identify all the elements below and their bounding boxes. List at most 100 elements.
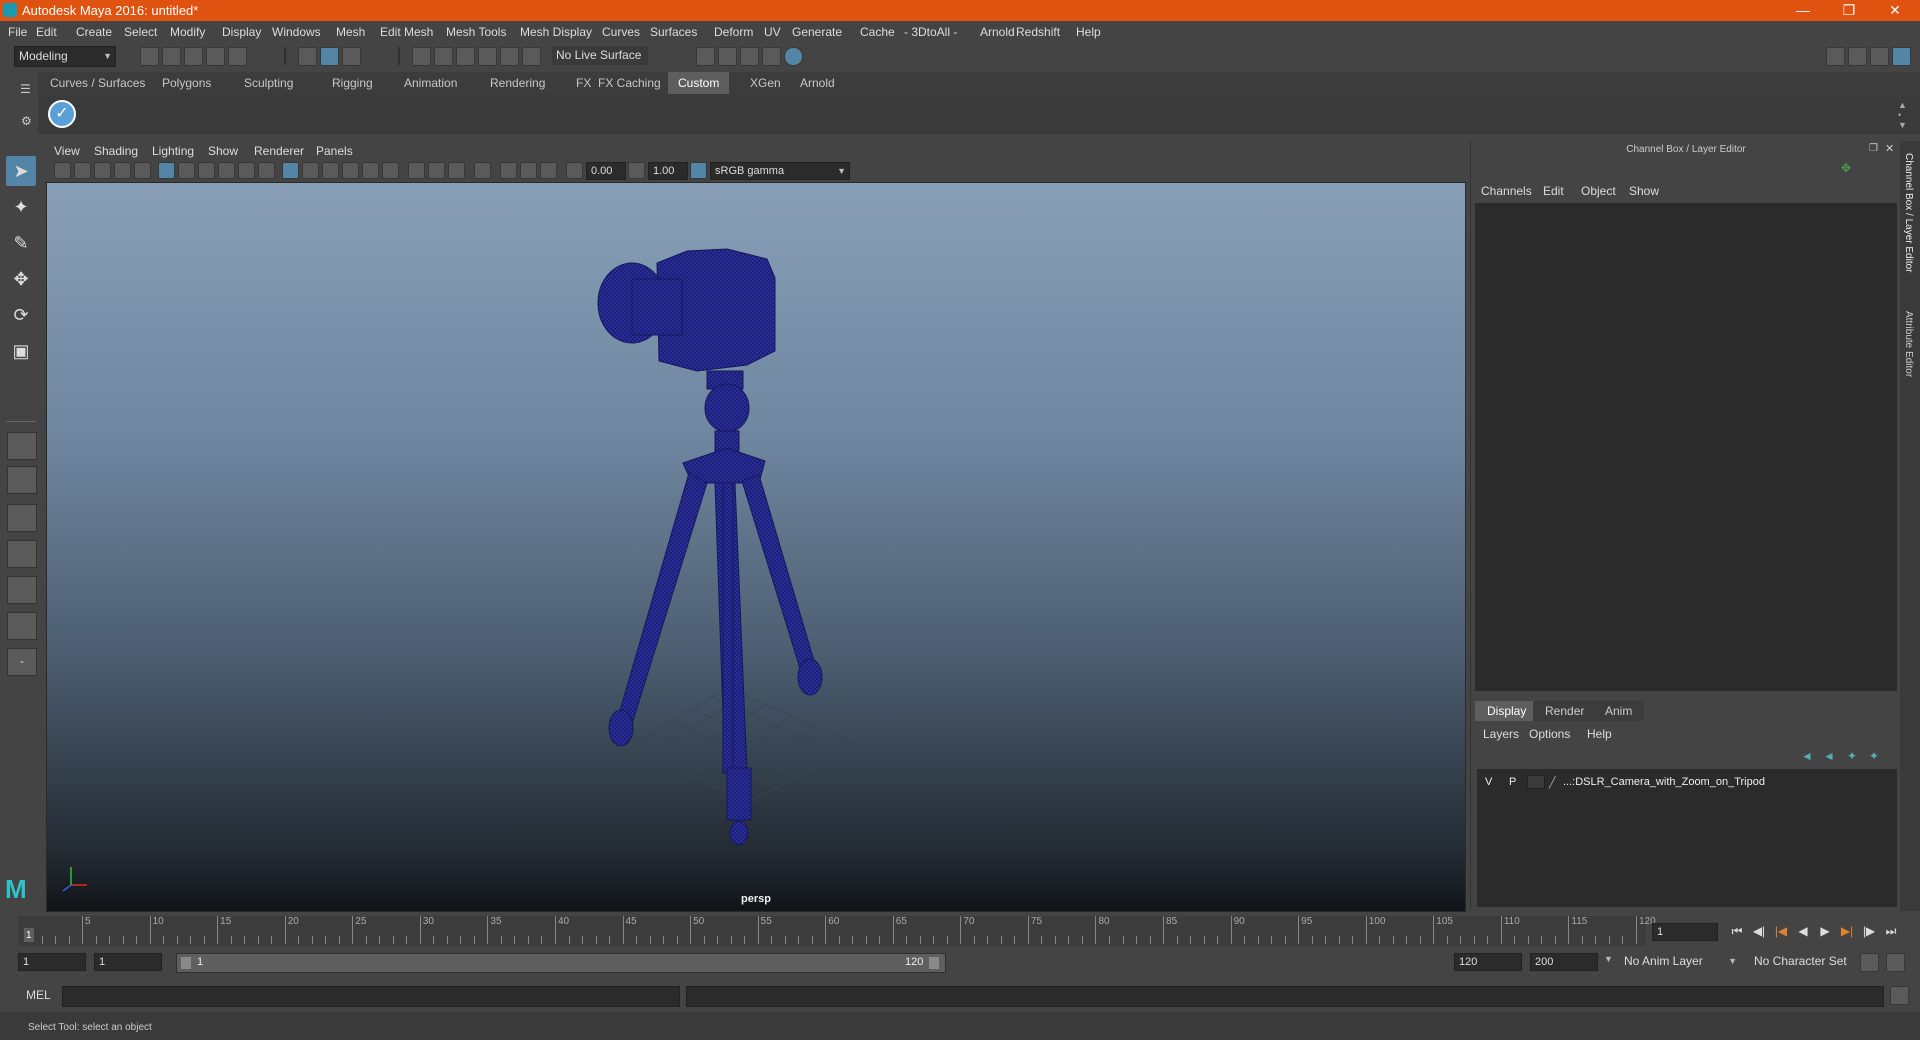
safe-title-icon[interactable] (258, 162, 275, 179)
wireframe-icon[interactable] (282, 162, 299, 179)
go-to-end-icon[interactable]: ⏭ (1882, 923, 1900, 939)
move-layer-down-icon[interactable]: ◄ (1823, 749, 1835, 763)
xray-joints-icon[interactable] (520, 162, 537, 179)
auto-key-icon[interactable] (1860, 953, 1879, 972)
channel-box-edge-tab[interactable]: Channel Box / Layer Editor (1903, 153, 1914, 273)
film-gate-icon[interactable] (134, 162, 151, 179)
channel-menu-show[interactable]: Show (1629, 184, 1659, 198)
perspective-viewport[interactable]: persp (46, 182, 1466, 912)
float-panel-icon[interactable]: ❐ (1869, 143, 1878, 154)
outliner-toggle-icon[interactable] (1848, 47, 1867, 66)
layer-menu-layers[interactable]: Layers (1483, 727, 1519, 741)
shelf-scroll-arrows[interactable]: ▲ • ▼ (1898, 100, 1907, 130)
shelf-tab-animation[interactable]: Animation (394, 72, 467, 94)
use-lights-icon[interactable] (362, 162, 379, 179)
live-surface-field[interactable]: No Live Surface (552, 46, 648, 65)
menu-select[interactable]: Select (124, 25, 157, 39)
select-tool-button[interactable]: ➤ (6, 156, 36, 186)
range-end-handle[interactable] (929, 957, 939, 969)
command-language-toggle[interactable]: MEL (26, 988, 51, 1002)
shelf-tab-rendering[interactable]: Rendering (480, 72, 555, 94)
more-layouts-icon[interactable]: - (7, 648, 37, 676)
bookmark-icon[interactable] (94, 162, 111, 179)
attribute-toggle-icon[interactable] (1870, 47, 1889, 66)
anti-aliasing-icon[interactable] (448, 162, 465, 179)
minimize-icon[interactable]: — (1780, 0, 1826, 21)
go-to-start-icon[interactable]: ⏮ (1728, 923, 1746, 939)
layer-menu-options[interactable]: Options (1529, 727, 1570, 741)
shelf-settings-icon[interactable]: ⚙ (21, 114, 32, 128)
menu-modify[interactable]: Modify (170, 25, 205, 39)
scene-end-field[interactable]: 200 (1530, 953, 1598, 971)
layer-tab-render[interactable]: Render (1533, 701, 1597, 721)
gamma-field[interactable]: 1.00 (648, 162, 688, 180)
menu-mesh-display[interactable]: Mesh Display (520, 25, 592, 39)
ipr-render-icon[interactable] (718, 47, 737, 66)
snap-view-icon[interactable] (478, 47, 497, 66)
menu-edit-mesh[interactable]: Edit Mesh (380, 25, 433, 39)
shelf-tab-fx-caching[interactable]: FX Caching (588, 72, 671, 94)
close-icon[interactable]: ✕ (1872, 0, 1918, 21)
menu-mesh-tools[interactable]: Mesh Tools (446, 25, 506, 39)
layer-color-swatch[interactable] (1527, 775, 1545, 789)
script-editor-icon[interactable] (1890, 986, 1909, 1005)
new-scene-icon[interactable] (140, 47, 159, 66)
persp-graph-layout-icon[interactable] (7, 540, 37, 568)
current-frame-field[interactable]: 1 (1652, 923, 1718, 941)
play-backwards-icon[interactable]: ◀ (1794, 923, 1812, 939)
view-transform-dropdown[interactable]: sRGB gamma ▼ (710, 162, 850, 180)
menu-curves[interactable]: Curves (602, 25, 640, 39)
anim-layer-dropdown[interactable]: No Anim Layer ▼ (1620, 952, 1740, 971)
restore-icon[interactable]: ❐ (1826, 0, 1872, 21)
viewport-menu-show[interactable]: Show (208, 144, 238, 158)
play-forwards-icon[interactable]: ▶ (1816, 923, 1834, 939)
viewport-menu-view[interactable]: View (54, 144, 80, 158)
undo-icon[interactable] (206, 47, 225, 66)
snap-point-icon[interactable] (456, 47, 475, 66)
menu-arnold[interactable]: Arnold (980, 25, 1015, 39)
shelf-tab-rigging[interactable]: Rigging (322, 72, 383, 94)
xray-components-icon[interactable] (540, 162, 557, 179)
menu-display[interactable]: Display (222, 25, 261, 39)
manipulator-icon[interactable]: ✥ (1841, 161, 1855, 175)
open-scene-icon[interactable] (162, 47, 181, 66)
snap-surface-icon[interactable] (500, 47, 519, 66)
layer-visibility-toggle[interactable]: V (1485, 776, 1492, 788)
menu-windows[interactable]: Windows (272, 25, 321, 39)
menu-mesh[interactable]: Mesh (336, 25, 365, 39)
channel-list-pane[interactable] (1475, 203, 1897, 691)
lasso-tool-button[interactable]: ✦ (6, 192, 36, 222)
shadows-icon[interactable] (382, 162, 399, 179)
rotate-tool-button[interactable]: ⟳ (6, 300, 36, 330)
menu-surfaces[interactable]: Surfaces (650, 25, 697, 39)
character-set-dropdown[interactable]: No Character Set (1750, 952, 1870, 971)
select-hierarchy-icon[interactable] (298, 47, 317, 66)
menu-deform[interactable]: Deform (714, 25, 753, 39)
playback-start-field[interactable]: 1 (94, 953, 162, 971)
xray-icon[interactable] (500, 162, 517, 179)
shelf-tab-curves-surfaces[interactable]: Curves / Surfaces (40, 72, 155, 94)
camera-select-icon[interactable] (54, 162, 71, 179)
layer-menu-help[interactable]: Help (1587, 727, 1612, 741)
snap-vertex-icon[interactable] (522, 47, 541, 66)
menu-help[interactable]: Help (1076, 25, 1101, 39)
save-scene-icon[interactable] (184, 47, 203, 66)
outliner-graph-layout-icon[interactable] (7, 612, 37, 640)
step-forward-key-icon[interactable]: ▶| (1838, 923, 1856, 939)
move-layer-up-icon[interactable]: ◄ (1801, 749, 1813, 763)
smooth-shade-icon[interactable] (302, 162, 319, 179)
menu-edit[interactable]: Edit (36, 25, 57, 39)
menu-redshift[interactable]: Redshift (1016, 25, 1060, 39)
time-slider[interactable]: 1 5 10 15 20 25 30 35 40 45 50 55 60 65 70 75 80 85 90 95 1… (18, 916, 1656, 946)
viewport-menu-lighting[interactable]: Lighting (152, 144, 194, 158)
image-plane-icon[interactable] (114, 162, 131, 179)
four-view-layout-icon[interactable] (7, 466, 37, 494)
viewport-menu-shading[interactable]: Shading (94, 144, 138, 158)
select-component-icon[interactable] (342, 47, 361, 66)
menu-create[interactable]: Create (76, 25, 112, 39)
scene-start-field[interactable]: 1 (18, 953, 86, 971)
dslr-camera-on-tripod-mesh[interactable] (597, 248, 823, 846)
shelf-tab-arnold[interactable]: Arnold (790, 72, 845, 94)
select-object-icon[interactable] (320, 47, 339, 66)
layer-tab-display[interactable]: Display (1475, 701, 1539, 721)
